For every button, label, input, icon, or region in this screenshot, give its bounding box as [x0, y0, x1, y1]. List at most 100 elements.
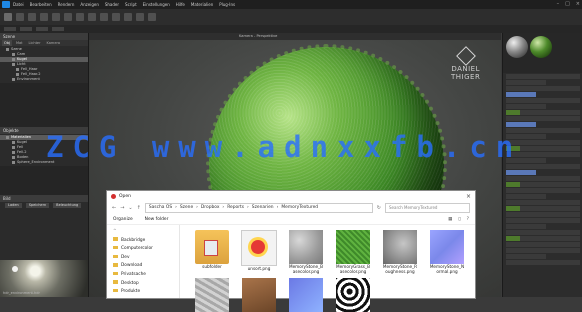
breadcrumb-item[interactable]: Dropbox [201, 204, 220, 212]
hair-icon[interactable] [136, 13, 144, 21]
panel-tab[interactable]: Mat [14, 40, 25, 46]
property-row[interactable] [506, 224, 546, 229]
view-icon[interactable]: ▦ [448, 217, 452, 222]
property-row[interactable] [506, 74, 580, 79]
camera-icon[interactable] [88, 13, 96, 21]
nav-folder[interactable]: Desktop [107, 280, 179, 289]
scale-tool-icon[interactable] [40, 13, 48, 21]
menu-item[interactable]: Bearbeiten [30, 2, 52, 7]
nav-folder[interactable]: Dev [107, 254, 179, 263]
property-row[interactable] [506, 104, 546, 109]
search-input[interactable]: Search MemoryTextured [385, 202, 470, 213]
mode-button[interactable] [52, 27, 64, 31]
menu-item[interactable]: Anzeigen [80, 2, 98, 7]
file-item[interactable] [288, 278, 324, 312]
property-row[interactable] [506, 212, 580, 217]
property-row[interactable] [506, 260, 580, 265]
file-item[interactable] [335, 278, 371, 312]
breadcrumb-item[interactable]: Szenarien [252, 204, 274, 212]
menu-item[interactable]: Rendern [58, 2, 75, 7]
help-icon[interactable]: ? [467, 217, 469, 222]
panel-tab[interactable]: Lichter [27, 40, 43, 46]
material-ball-grey[interactable] [506, 36, 528, 58]
color-swatch-row[interactable] [506, 182, 580, 187]
menu-item[interactable]: Hilfe [176, 2, 185, 7]
mode-button[interactable] [20, 27, 32, 31]
property-row[interactable] [506, 248, 580, 253]
nav-folder[interactable]: Privatsache [107, 271, 179, 280]
maximize-icon[interactable]: □ [565, 1, 570, 7]
menu-item[interactable]: Einstellungen [143, 2, 170, 7]
file-item[interactable]: unsort.png [241, 230, 277, 274]
panel-tab[interactable]: Kamera [45, 40, 63, 46]
property-row[interactable] [506, 86, 580, 91]
panel-tab[interactable]: Obj [2, 40, 12, 46]
light-icon[interactable] [76, 13, 84, 21]
close-icon[interactable]: × [466, 193, 471, 200]
cube-icon[interactable] [52, 13, 60, 21]
property-row[interactable] [506, 218, 580, 223]
viewport-tab[interactable]: Kamera - Perspektive [89, 33, 501, 40]
close-icon[interactable]: × [576, 1, 580, 7]
sphere-icon[interactable] [64, 13, 72, 21]
tree-item[interactable]: Environment [0, 77, 88, 82]
property-row[interactable] [506, 164, 580, 169]
file-item[interactable]: subfolder [194, 230, 230, 274]
breadcrumb-item[interactable]: Sascha OS [149, 204, 172, 212]
property-row[interactable] [506, 176, 580, 181]
back-arrow-icon[interactable]: ← [112, 205, 116, 211]
color-swatch-row[interactable] [506, 110, 580, 115]
forward-arrow-icon[interactable]: → [120, 205, 124, 211]
move-tool-icon[interactable] [16, 13, 24, 21]
chevron-down-icon[interactable]: ⌄ [128, 205, 132, 211]
organize-button[interactable]: Organize [113, 217, 133, 222]
property-row[interactable] [506, 188, 580, 193]
property-row[interactable] [506, 254, 546, 259]
property-slider[interactable] [506, 92, 536, 97]
menu-item[interactable]: Plug-Ins [219, 2, 235, 7]
property-row[interactable] [506, 230, 580, 235]
mode-button[interactable] [4, 27, 16, 31]
file-item[interactable]: MemoryStone_Normal.png [429, 230, 465, 274]
up-arrow-icon[interactable]: ↑ [137, 205, 141, 211]
breadcrumb-item[interactable]: Szene [180, 204, 193, 212]
property-row[interactable] [506, 98, 580, 103]
nav-folder[interactable]: Produkte [107, 288, 179, 297]
file-item[interactable]: MemoryStone_Basecolor.png [288, 230, 324, 274]
breadcrumb-item[interactable]: MemoryTextured [281, 204, 318, 212]
property-row[interactable] [506, 80, 546, 85]
file-item[interactable] [241, 278, 277, 312]
image-button[interactable]: Speichern [25, 203, 50, 208]
property-slider[interactable] [506, 170, 536, 175]
color-swatch-row[interactable] [506, 206, 580, 211]
nav-expand-icon[interactable] [107, 228, 179, 237]
menu-item[interactable]: Shader [105, 2, 119, 7]
rotate-tool-icon[interactable] [28, 13, 36, 21]
material-ball-green[interactable] [530, 36, 552, 58]
menu-item[interactable]: Script [125, 2, 137, 7]
nav-folder[interactable]: Backbridge [107, 237, 179, 246]
image-button[interactable]: Laden [5, 203, 22, 208]
settings-icon[interactable] [148, 13, 156, 21]
new-folder-button[interactable]: New folder [145, 217, 169, 222]
property-row[interactable] [506, 242, 580, 247]
render-icon[interactable] [100, 13, 108, 21]
material-icon[interactable] [112, 13, 120, 21]
file-item[interactable]: MemoryGrass_Basecolor.png [335, 230, 371, 274]
breadcrumb-item[interactable]: Reports [227, 204, 244, 212]
mode-button[interactable] [36, 27, 48, 31]
minimize-icon[interactable]: – [557, 1, 560, 7]
menu-item[interactable]: Datei [13, 2, 24, 7]
property-row[interactable] [506, 194, 546, 199]
refresh-icon[interactable]: ↻ [377, 205, 381, 211]
file-item[interactable]: MemoryStone_Roughness.png [382, 230, 418, 274]
color-swatch-row[interactable] [506, 236, 580, 241]
preview-pane-icon[interactable]: ▯ [458, 217, 460, 222]
property-row[interactable] [506, 200, 580, 205]
property-slider[interactable] [506, 122, 536, 127]
address-bar[interactable]: Sascha OS › Szene › Dropbox › Reports › Szenarie… [144, 202, 373, 213]
menu-item[interactable]: Materialien [191, 2, 213, 7]
nav-folder[interactable]: Download [107, 262, 179, 271]
file-item[interactable] [194, 278, 230, 312]
select-tool-icon[interactable] [4, 13, 12, 21]
